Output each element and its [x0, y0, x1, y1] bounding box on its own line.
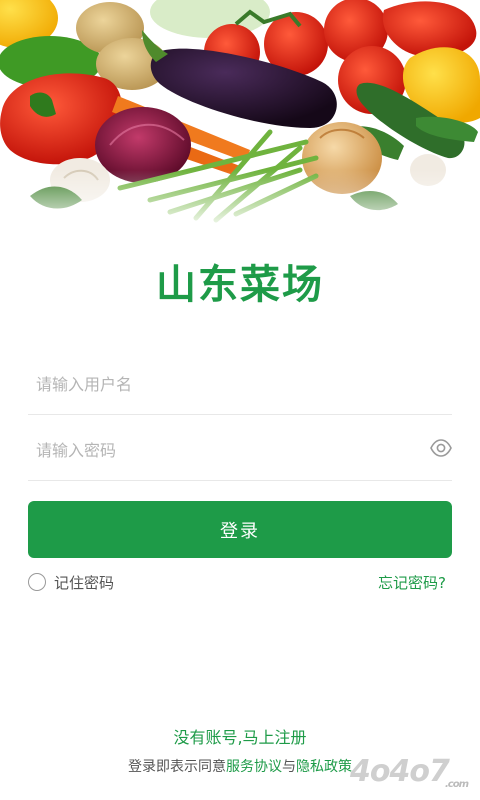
login-button[interactable]: 登录 [28, 501, 452, 558]
site-watermark-logo: 4o4o7 .com [350, 754, 469, 790]
remember-password-toggle[interactable]: 记住密码 [28, 570, 114, 594]
service-agreement-link[interactable]: 服务协议 [226, 759, 282, 775]
forgot-password-link[interactable]: 忘记密码? [378, 572, 446, 593]
register-link[interactable]: 没有账号,马上注册 [0, 724, 480, 748]
radio-circle-icon[interactable] [28, 573, 46, 591]
agreement-prefix: 登录即表示同意 [128, 759, 226, 775]
remember-password-label: 记住密码 [54, 573, 115, 592]
agreement-conjunction: 与 [282, 759, 296, 775]
username-field [28, 352, 452, 415]
vegetables-banner-image [0, 0, 480, 232]
password-field [28, 418, 452, 481]
password-input[interactable] [34, 434, 418, 466]
app-title: 山东菜场 [156, 262, 324, 308]
eye-icon[interactable] [430, 437, 452, 459]
username-input[interactable] [34, 368, 418, 400]
